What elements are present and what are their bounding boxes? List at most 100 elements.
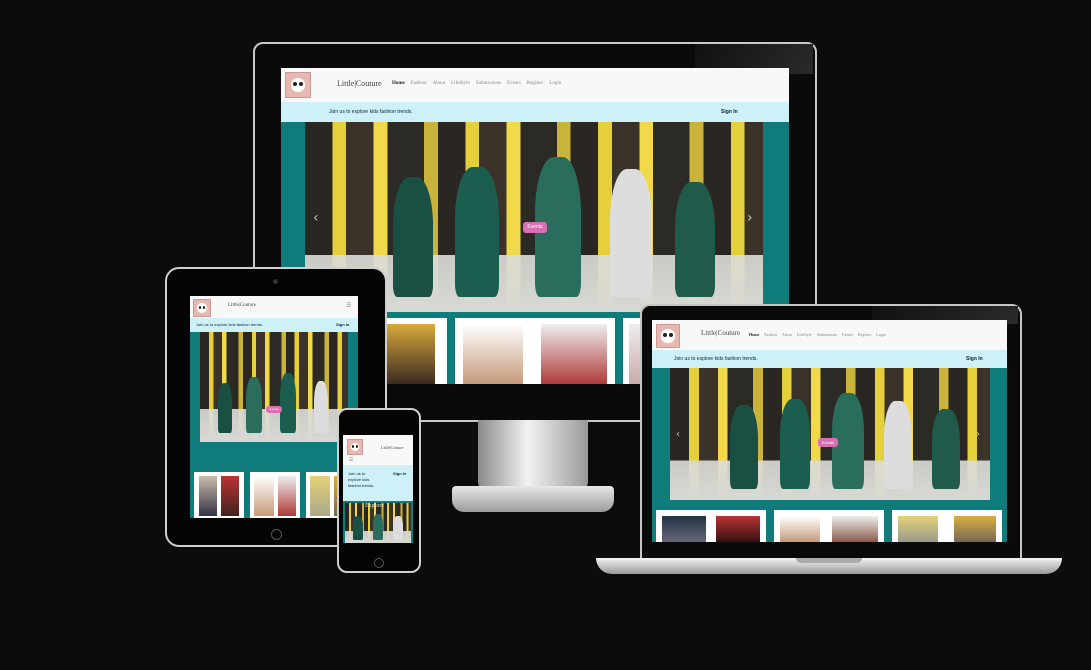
thumbnail-image (832, 516, 878, 542)
thumbnail-image (278, 476, 296, 516)
thumbnail-image (254, 476, 274, 516)
menu-lifestyle[interactable]: LifeStyle (451, 81, 470, 86)
monitor-base (452, 486, 614, 512)
thumbnail-card[interactable] (892, 510, 1002, 542)
desktop-menu: Home Fashion About LifeStyle Submissions… (392, 81, 561, 86)
panda-logo-icon[interactable] (656, 324, 680, 348)
hero-section: Events (190, 332, 358, 466)
model-figure (218, 383, 232, 434)
brand-title[interactable]: Little|Couture (701, 329, 740, 337)
phone-navbar: Little|Couture ☰ (343, 435, 413, 466)
chevron-right-icon[interactable]: › (747, 210, 753, 226)
thumbnail-card[interactable] (250, 472, 300, 518)
menu-about[interactable]: About (782, 332, 792, 337)
tablet-navbar: Little|Couture ☰ (190, 296, 358, 319)
thumbnail-image (780, 516, 820, 542)
menu-submissions[interactable]: Submissions (817, 332, 837, 337)
thumbnail-image (541, 324, 607, 384)
menu-events[interactable]: Events (842, 332, 853, 337)
monitor-stand (478, 420, 588, 490)
tablet-home-button[interactable] (271, 529, 282, 540)
panda-logo-icon[interactable] (285, 72, 311, 98)
panda-logo-icon[interactable] (347, 439, 363, 455)
sign-in-link[interactable]: Sign In (393, 471, 406, 476)
thumbnail-card[interactable] (194, 472, 244, 518)
hero-image (200, 332, 348, 442)
thumbnail-row (190, 466, 358, 518)
thumbnail-card[interactable] (656, 510, 766, 542)
chevron-left-icon[interactable]: ‹ (676, 429, 680, 440)
thumbnail-card[interactable] (455, 318, 615, 384)
menu-fashion[interactable]: Fashion (764, 332, 777, 337)
menu-lifestyle[interactable]: LifeStyle (797, 332, 812, 337)
phone-home-button[interactable] (374, 558, 384, 568)
hamburger-menu-icon[interactable]: ☰ (346, 302, 351, 309)
panda-logo-icon[interactable] (193, 299, 211, 317)
hero-section: Explore (343, 501, 413, 543)
laptop-navbar: Little|Couture Home Fashion About LifeSt… (652, 320, 1007, 351)
model-figure (730, 405, 758, 490)
thumbnail-image (387, 324, 435, 384)
model-figure (675, 181, 715, 297)
thumbnail-row (652, 504, 1007, 542)
menu-fashion[interactable]: Fashion (411, 81, 427, 86)
model-figure (393, 176, 433, 297)
model-figure (780, 399, 810, 490)
join-text: Join us to explore kids fashion trends. (348, 471, 375, 488)
thumbnail-card[interactable] (774, 510, 884, 542)
brand-title[interactable]: Little|Couture (337, 79, 382, 88)
menu-login[interactable]: Login (876, 332, 886, 337)
hamburger-menu-icon[interactable]: ☰ (349, 457, 353, 463)
chevron-left-icon[interactable]: ‹ (313, 210, 319, 226)
menu-events[interactable]: Events (507, 81, 521, 86)
sign-in-link[interactable]: Sign In (721, 109, 738, 115)
thumbnail-image (898, 516, 938, 542)
brand-title[interactable]: Little|Couture (381, 445, 403, 450)
menu-login[interactable]: Login (549, 81, 561, 86)
menu-register[interactable]: Register (858, 332, 871, 337)
model-figure (353, 515, 363, 540)
events-button[interactable]: Events (266, 406, 282, 413)
model-figure (610, 168, 652, 297)
menu-home[interactable]: Home (392, 81, 405, 86)
chevron-right-icon[interactable]: › (976, 429, 980, 440)
model-figure (932, 409, 960, 490)
events-button[interactable]: Events (523, 222, 547, 233)
laptop-base (596, 558, 1062, 574)
tablet-camera (273, 279, 278, 284)
model-figure (314, 381, 328, 434)
hero-caption: Explore (365, 503, 384, 509)
model-figure (393, 515, 403, 540)
thumbnail-card[interactable] (377, 318, 447, 384)
desktop-navbar: Little|Couture Home Fashion About LifeSt… (281, 68, 789, 103)
model-figure (373, 513, 383, 540)
brand-title[interactable]: Little|Couture (228, 303, 256, 308)
thumbnail-image (310, 476, 330, 516)
model-figure (246, 377, 262, 434)
hero-image (670, 368, 990, 500)
thumbnail-image (716, 516, 760, 542)
hero-image (345, 503, 411, 543)
laptop-screen: Little|Couture Home Fashion About LifeSt… (652, 320, 1007, 542)
thumbnail-image (954, 516, 996, 542)
hero-section: ‹ › Events (652, 368, 1007, 504)
tablet-screen: Little|Couture ☰ Join us to explore kids… (190, 296, 358, 518)
sign-in-link[interactable]: Sign In (966, 356, 983, 362)
menu-home[interactable]: Home (749, 332, 759, 337)
thumbnail-image (221, 476, 239, 516)
sign-in-link[interactable]: Sign In (336, 322, 349, 327)
thumbnail-image (662, 516, 706, 542)
model-figure (280, 373, 296, 434)
menu-submissions[interactable]: Submissions (476, 81, 501, 86)
laptop-notch (796, 558, 862, 563)
join-text: Join us to explore kids fashion trends. (329, 109, 413, 115)
model-figure (884, 401, 912, 490)
laptop-menu: Home Fashion About LifeStyle Submissions… (749, 332, 886, 337)
thumbnail-image (463, 324, 523, 384)
thumbnail-image (199, 476, 217, 516)
menu-about[interactable]: About (433, 81, 446, 86)
join-text: Join us to explore kids fashion trends. (674, 356, 758, 362)
menu-register[interactable]: Register (527, 81, 544, 86)
events-button[interactable]: Events (818, 438, 838, 447)
join-text: Join us to explore kids fashion trends. (196, 322, 263, 327)
